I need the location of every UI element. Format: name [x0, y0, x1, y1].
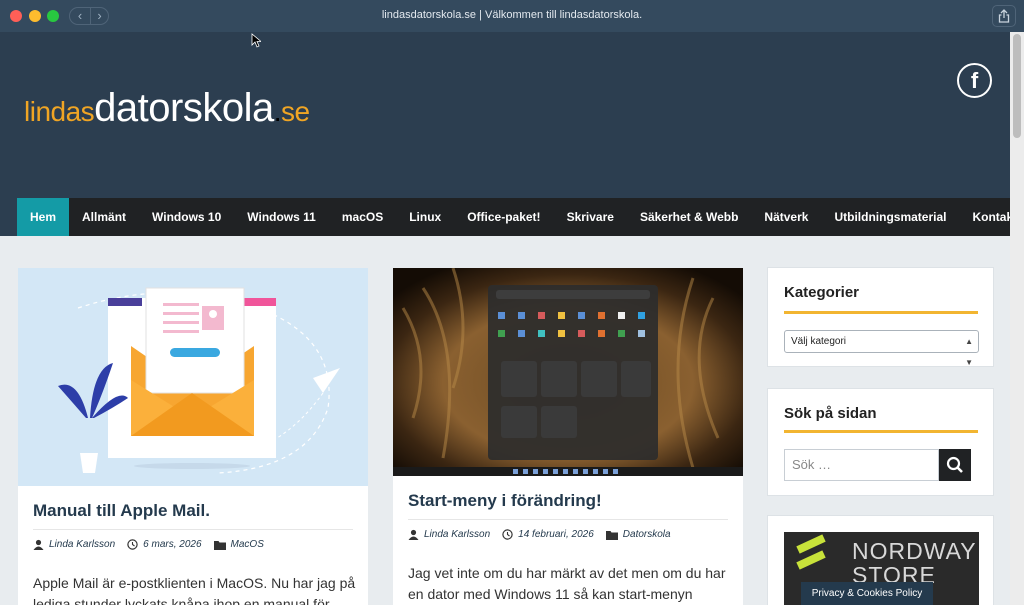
search-icon	[946, 456, 963, 473]
window-title: lindasdatorskola.se | Välkommen till lin…	[381, 9, 643, 21]
post-thumbnail-startmenu[interactable]	[393, 268, 743, 476]
ad-line-1: NORDWAY	[852, 538, 977, 564]
logo-part-lindas: lindas	[24, 96, 95, 127]
mail-illustration	[58, 287, 340, 474]
logo-part-dot: .	[273, 96, 282, 127]
site-header: lindasdatorskola.se f	[0, 32, 1010, 198]
post-excerpt: Jag vet inte om du har märkt av det men …	[408, 565, 726, 602]
widget-title: Kategorier	[784, 284, 860, 301]
post-date[interactable]: 14 februari, 2026	[518, 529, 594, 540]
nav-item-natverk[interactable]: Nätverk	[751, 198, 821, 236]
post-date[interactable]: 6 mars, 2026	[143, 539, 201, 550]
window-titlebar: ‹ › lindasdatorskola.se | Välkommen till…	[0, 0, 1024, 32]
post-title[interactable]: Manual till Apple Mail.	[33, 501, 210, 521]
nav-item-linux[interactable]: Linux	[396, 198, 454, 236]
post-thumbnail-mail[interactable]	[18, 268, 368, 486]
post-meta: Linda Karlsson 6 mars, 2026 MacOS	[33, 529, 353, 559]
nav-item-utbildningsmaterial[interactable]: Utbildningsmaterial	[821, 198, 959, 236]
nav-item-macos[interactable]: macOS	[329, 198, 396, 236]
nav-item-skrivare[interactable]: Skrivare	[554, 198, 627, 236]
post-category[interactable]: MacOS	[231, 539, 264, 550]
logo-part-se: se	[281, 96, 310, 127]
clock-icon	[502, 529, 513, 540]
scrollbar-thumb[interactable]	[1013, 34, 1021, 138]
search-input[interactable]: Sök …	[784, 449, 939, 481]
scrollbar[interactable]	[1010, 32, 1024, 605]
nav-item-windows-10[interactable]: Windows 10	[139, 198, 234, 236]
post-title[interactable]: Start-meny i förändring!	[408, 491, 602, 511]
facebook-icon[interactable]: f	[957, 63, 992, 98]
post-category[interactable]: Datorskola	[623, 529, 671, 540]
nav-item-hem[interactable]: Hem	[17, 198, 70, 236]
category-select[interactable]: Välj kategori ▲ ▼	[784, 330, 979, 367]
nav-item-office[interactable]: Office-paket!	[454, 198, 553, 236]
share-button[interactable]	[992, 5, 1016, 27]
author-icon	[33, 539, 44, 550]
share-icon	[998, 9, 1010, 23]
search-button[interactable]	[939, 449, 971, 481]
site-logo[interactable]: lindasdatorskola.se	[24, 86, 310, 131]
author-icon	[408, 529, 419, 540]
nav-item-allmant[interactable]: Allmänt	[69, 198, 139, 236]
categories-widget: Kategorier Välj kategori ▲ ▼	[767, 267, 994, 367]
nav-item-windows-11[interactable]: Windows 11	[234, 198, 329, 236]
main-navigation: Hem Allmänt Windows 10 Windows 11 macOS …	[17, 198, 1017, 236]
folder-icon	[605, 530, 618, 540]
title-underline	[784, 311, 978, 314]
post-meta: Linda Karlsson 14 februari, 2026 Datorsk…	[408, 519, 728, 549]
post-author[interactable]: Linda Karlsson	[49, 539, 115, 550]
clock-icon	[127, 539, 138, 550]
privacy-cookies-button[interactable]: Privacy & Cookies Policy	[801, 582, 933, 605]
lion-startmenu-image	[393, 268, 743, 476]
logo-part-datorskola: datorskola	[94, 86, 274, 130]
post-excerpt: Apple Mail är e-postklienten i MacOS. Nu…	[33, 575, 356, 605]
search-widget: Sök på sidan Sök …	[767, 388, 994, 496]
post-card: Start-meny i förändring! Linda Karlsson …	[393, 268, 743, 605]
title-underline	[784, 430, 978, 433]
post-card: Manual till Apple Mail. Linda Karlsson 6…	[18, 268, 368, 605]
post-author[interactable]: Linda Karlsson	[424, 529, 490, 540]
nav-item-sakerhet-webb[interactable]: Säkerhet & Webb	[627, 198, 751, 236]
widget-title: Sök på sidan	[784, 405, 877, 422]
mouse-cursor-icon	[251, 33, 261, 48]
category-select-value: Välj kategori	[791, 336, 847, 347]
folder-icon	[213, 540, 226, 550]
select-chevron-icon: ▲ ▼	[965, 337, 973, 367]
main-content: Manual till Apple Mail. Linda Karlsson 6…	[0, 236, 1010, 605]
